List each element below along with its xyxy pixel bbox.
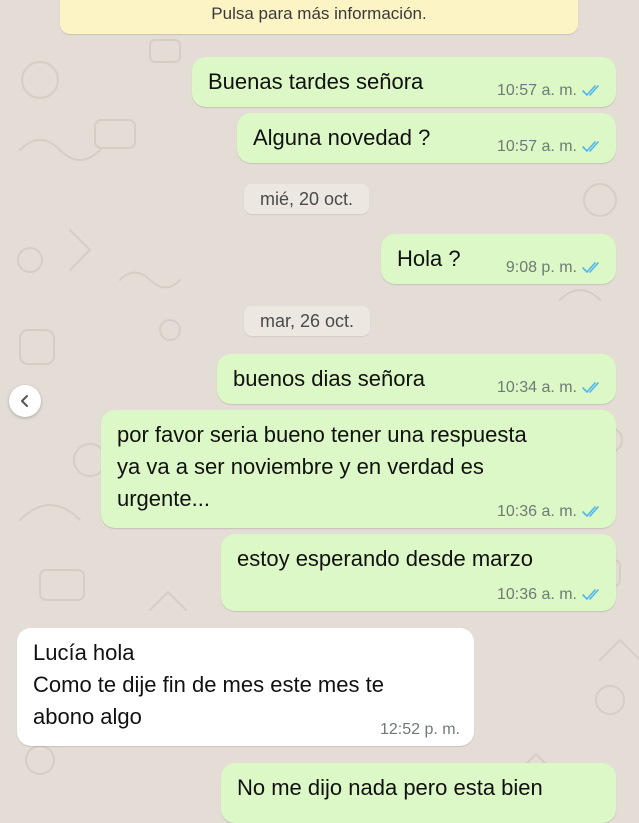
message-text: estoy esperando desde marzo bbox=[237, 546, 533, 571]
previous-image-button[interactable] bbox=[9, 385, 41, 417]
message-time: 12:52 p. m. bbox=[379, 721, 460, 738]
message-text: Buenas tardes señora bbox=[208, 69, 424, 94]
date-separator: mié, 20 oct. bbox=[244, 184, 370, 214]
message-bubble-incoming[interactable]: Lucía hola Como te dije fin de mes este … bbox=[17, 628, 474, 746]
message-time: 10:57 a. m. bbox=[496, 82, 577, 99]
message-bubble-outgoing[interactable]: No me dijo nada pero esta bien bbox=[221, 763, 616, 823]
message-bubble-outgoing[interactable]: Buenas tardes señora 10:57 a. m. bbox=[192, 57, 616, 107]
message-meta: 12:52 p. m. bbox=[380, 721, 460, 739]
double-check-icon bbox=[582, 262, 599, 273]
message-bubble-outgoing[interactable]: estoy esperando desde marzo 10:36 a. m. bbox=[221, 534, 616, 611]
double-check-icon bbox=[582, 85, 599, 96]
message-time: 10:36 a. m. bbox=[496, 503, 577, 520]
message-meta: 10:36 a. m. bbox=[497, 586, 602, 604]
encryption-info-banner[interactable]: Pulsa para más información. bbox=[60, 0, 578, 34]
double-check-icon bbox=[582, 382, 599, 393]
message-bubble-outgoing[interactable]: por favor seria bueno tener una respuest… bbox=[101, 410, 616, 528]
message-text: buenos dias señora bbox=[233, 366, 426, 391]
chevron-left-icon bbox=[21, 395, 28, 407]
double-check-icon bbox=[582, 506, 599, 517]
double-check-icon bbox=[582, 141, 599, 152]
message-meta: 10:57 a. m. bbox=[497, 138, 602, 156]
message-text: Alguna novedad ? bbox=[253, 125, 431, 150]
message-text: Hola ? bbox=[397, 246, 461, 271]
message-text: Lucía hola Como te dije fin de mes este … bbox=[33, 640, 384, 729]
message-meta: 10:36 a. m. bbox=[497, 503, 602, 521]
message-meta: 10:34 a. m. bbox=[497, 379, 602, 397]
message-text: No me dijo nada pero esta bien bbox=[237, 775, 543, 800]
message-bubble-outgoing[interactable]: Hola ? 9:08 p. m. bbox=[381, 234, 616, 284]
message-time: 10:34 a. m. bbox=[496, 379, 577, 396]
message-meta: 9:08 p. m. bbox=[506, 259, 602, 277]
message-meta: 10:57 a. m. bbox=[497, 82, 602, 100]
message-bubble-outgoing[interactable]: Alguna novedad ? 10:57 a. m. bbox=[237, 113, 616, 163]
banner-text: Pulsa para más información. bbox=[211, 4, 427, 23]
date-separator-label: mar, 26 oct. bbox=[260, 311, 355, 331]
double-check-icon bbox=[582, 589, 599, 600]
date-separator: mar, 26 oct. bbox=[244, 306, 371, 336]
message-time: 10:36 a. m. bbox=[496, 586, 577, 603]
message-time: 10:57 a. m. bbox=[496, 138, 577, 155]
message-time: 9:08 p. m. bbox=[505, 259, 577, 276]
message-bubble-outgoing[interactable]: buenos dias señora 10:34 a. m. bbox=[217, 354, 616, 404]
date-separator-label: mié, 20 oct. bbox=[260, 189, 354, 209]
message-text: por favor seria bueno tener una respuest… bbox=[117, 422, 527, 511]
